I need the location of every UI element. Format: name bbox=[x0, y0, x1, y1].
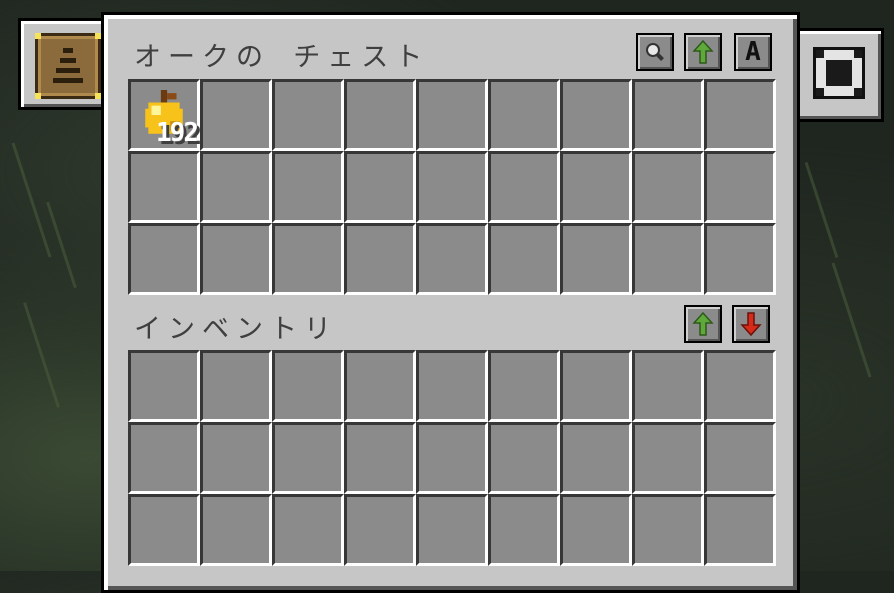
inventory-slot[interactable] bbox=[488, 350, 560, 422]
chest-slot[interactable] bbox=[200, 151, 272, 223]
inventory-slot[interactable] bbox=[128, 494, 200, 566]
chest-slot[interactable] bbox=[272, 79, 344, 151]
chest-slot[interactable] bbox=[560, 151, 632, 223]
inventory-slot[interactable] bbox=[560, 494, 632, 566]
chest-slot[interactable] bbox=[200, 223, 272, 295]
inventory-slot[interactable] bbox=[704, 494, 776, 566]
background-grass bbox=[11, 142, 52, 258]
green-up-arrow-icon bbox=[692, 311, 714, 336]
inventory-slot[interactable] bbox=[704, 422, 776, 494]
inventory-slot[interactable] bbox=[344, 350, 416, 422]
alphabetical-sort-button[interactable]: A bbox=[734, 33, 772, 71]
inventory-slot[interactable] bbox=[488, 494, 560, 566]
chest-title: オークの チェスト bbox=[134, 42, 430, 73]
chest-slot[interactable] bbox=[128, 223, 200, 295]
background-grass bbox=[23, 302, 60, 408]
inventory-slot[interactable] bbox=[344, 422, 416, 494]
chest-to-inventory-button[interactable] bbox=[732, 305, 770, 343]
inventory-slot[interactable] bbox=[704, 350, 776, 422]
chest-slot[interactable] bbox=[488, 79, 560, 151]
search-icon bbox=[646, 43, 664, 61]
chest-slot[interactable] bbox=[704, 151, 776, 223]
background-grass bbox=[46, 201, 77, 289]
chest-slot[interactable] bbox=[200, 79, 272, 151]
inventory-slot[interactable] bbox=[416, 422, 488, 494]
up-arrow-icon bbox=[692, 39, 714, 64]
crafting-frame-icon bbox=[813, 47, 865, 99]
chest-slot[interactable] bbox=[416, 151, 488, 223]
chest-tab[interactable] bbox=[18, 18, 107, 110]
sort-chest-button[interactable] bbox=[684, 33, 722, 71]
crafting-tab[interactable] bbox=[794, 28, 884, 122]
red-down-arrow-icon bbox=[740, 312, 762, 337]
chest-slot[interactable] bbox=[560, 79, 632, 151]
chest-slot[interactable]: 192 bbox=[128, 79, 200, 151]
inventory-slot[interactable] bbox=[560, 350, 632, 422]
inventory-slot[interactable] bbox=[272, 350, 344, 422]
chest-slot[interactable] bbox=[344, 223, 416, 295]
inventory-slot[interactable] bbox=[416, 350, 488, 422]
inventory-slot[interactable] bbox=[632, 422, 704, 494]
inventory-slot[interactable] bbox=[200, 494, 272, 566]
inventory-slot[interactable] bbox=[128, 422, 200, 494]
chest-tab-icon bbox=[35, 33, 101, 99]
chest-slot[interactable] bbox=[632, 223, 704, 295]
background-grass bbox=[804, 161, 839, 259]
chest-slot[interactable] bbox=[416, 223, 488, 295]
letter-a-icon: A bbox=[745, 37, 761, 67]
inventory-slot[interactable] bbox=[272, 422, 344, 494]
inventory-slot[interactable] bbox=[344, 494, 416, 566]
inventory-slot[interactable] bbox=[416, 494, 488, 566]
inventory-slot-grid bbox=[128, 350, 776, 566]
inventory-slot[interactable] bbox=[128, 350, 200, 422]
inventory-slot[interactable] bbox=[560, 422, 632, 494]
background-grass bbox=[831, 262, 872, 378]
chest-slot[interactable] bbox=[272, 223, 344, 295]
item-count: 192 bbox=[156, 118, 199, 148]
chest-slot[interactable] bbox=[344, 151, 416, 223]
inventory-slot[interactable] bbox=[632, 350, 704, 422]
inventory-slot[interactable] bbox=[488, 422, 560, 494]
chest-slot[interactable] bbox=[344, 79, 416, 151]
chest-slot[interactable] bbox=[416, 79, 488, 151]
chest-slot[interactable] bbox=[704, 79, 776, 151]
inventory-to-chest-button[interactable] bbox=[684, 305, 722, 343]
chest-slot[interactable] bbox=[560, 223, 632, 295]
chest-slot[interactable] bbox=[488, 223, 560, 295]
inventory-slot[interactable] bbox=[200, 422, 272, 494]
chest-slot[interactable] bbox=[128, 151, 200, 223]
chest-slot[interactable] bbox=[272, 151, 344, 223]
search-button[interactable] bbox=[636, 33, 674, 71]
inventory-slot[interactable] bbox=[632, 494, 704, 566]
chest-slot[interactable] bbox=[632, 79, 704, 151]
inventory-slot[interactable] bbox=[200, 350, 272, 422]
chest-slot[interactable] bbox=[488, 151, 560, 223]
inventory-slot[interactable] bbox=[272, 494, 344, 566]
inventory-title: インベントリ bbox=[134, 314, 338, 345]
chest-slot-grid: 192 bbox=[128, 79, 776, 295]
chest-slot[interactable] bbox=[632, 151, 704, 223]
chest-slot[interactable] bbox=[704, 223, 776, 295]
chest-window: オークの チェスト A 192 インベントリ bbox=[101, 12, 800, 593]
